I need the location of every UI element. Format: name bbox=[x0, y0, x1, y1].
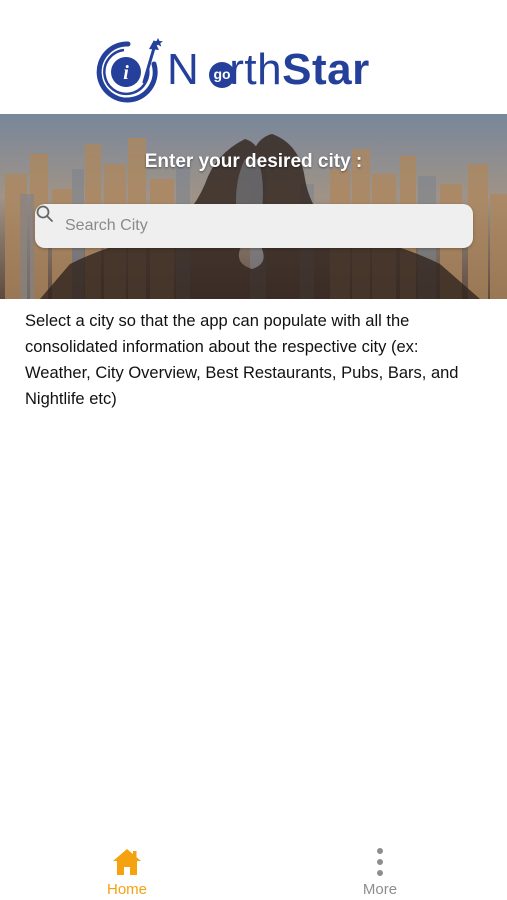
search-box[interactable] bbox=[35, 204, 473, 248]
more-vertical-icon bbox=[377, 848, 383, 876]
logo-text-n: N bbox=[167, 45, 200, 94]
search-city-input[interactable] bbox=[65, 204, 465, 248]
logo-go-badge: go bbox=[209, 62, 235, 88]
tab-home-label: Home bbox=[106, 881, 147, 898]
svg-text:i: i bbox=[123, 62, 129, 84]
app-header: i NrthStar go bbox=[0, 0, 507, 114]
tab-home[interactable]: Home bbox=[47, 830, 207, 900]
app-screen: i NrthStar go Enter your desired city: … bbox=[0, 0, 507, 900]
tab-more-label: More bbox=[362, 881, 398, 898]
home-icon bbox=[113, 849, 141, 875]
bottom-tab-bar: Home More bbox=[0, 830, 507, 900]
info-compass-logo-icon: i bbox=[96, 38, 163, 103]
search-icon bbox=[36, 205, 53, 222]
city-selection-description: Select a city so that the app can popula… bbox=[25, 312, 459, 408]
hero-title: Enter your desired city : bbox=[144, 151, 363, 172]
tab-more[interactable]: More bbox=[300, 830, 460, 900]
logo-text-star: Star bbox=[282, 45, 370, 94]
hero-banner: Enter your desired city : bbox=[0, 114, 507, 299]
northstar-logo: i NrthStar go bbox=[92, 38, 422, 104]
logo-text-rth: rth bbox=[229, 45, 283, 94]
logo-wordmark: NrthStar bbox=[167, 40, 370, 100]
